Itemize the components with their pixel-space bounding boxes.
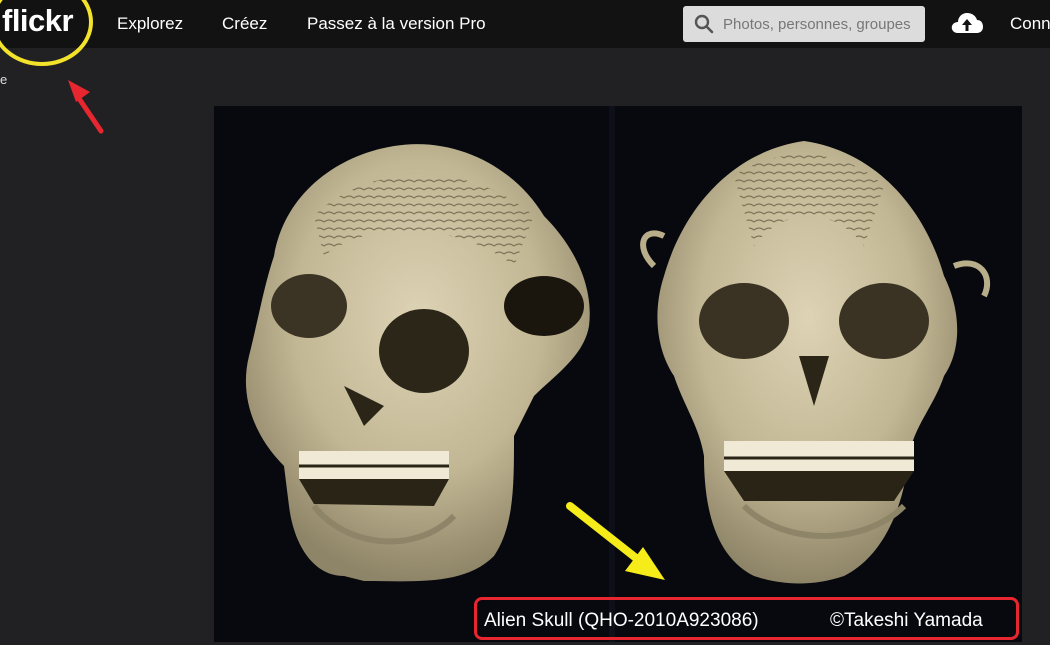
search-icon[interactable] — [694, 14, 714, 34]
red-arrow-annotation — [68, 80, 104, 134]
photo-caption-credit: ©Takeshi Yamada — [830, 610, 983, 631]
search-bar — [683, 6, 925, 42]
nav-upgrade-pro[interactable]: Passez à la version Pro — [307, 14, 486, 34]
search-input[interactable] — [723, 6, 921, 42]
nav-create[interactable]: Créez — [222, 14, 267, 34]
top-navigation-bar: flickr Explorez Créez Passez à la versio… — [0, 0, 1050, 48]
cloud-upload-icon[interactable] — [950, 10, 984, 36]
alien-skull-photo — [214, 106, 1022, 642]
nav-explore[interactable]: Explorez — [117, 14, 183, 34]
photo-caption-title: Alien Skull (QHO-2010A923086) — [484, 610, 759, 631]
login-link[interactable]: Conn — [1010, 14, 1050, 34]
flickr-logo[interactable]: flickr — [2, 3, 74, 39]
photo-viewer[interactable] — [214, 106, 1022, 642]
sidebar-text-fragment: e — [0, 72, 8, 87]
